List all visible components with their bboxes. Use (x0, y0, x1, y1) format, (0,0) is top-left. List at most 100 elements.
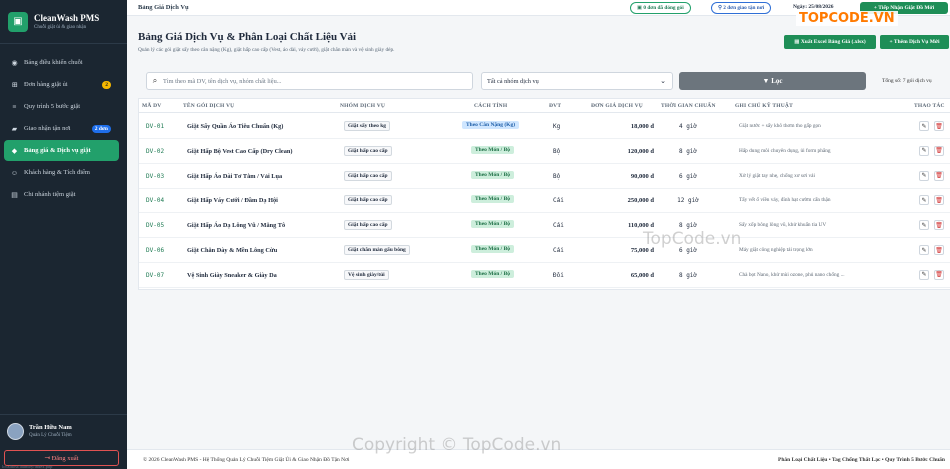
sidebar-item-customers[interactable]: ☺ Khách hàng & Tích điểm (0, 162, 127, 183)
filter-button[interactable]: ▼ Lọc (679, 72, 866, 90)
calc-method-badge: Theo Cân Nặng (Kg) (462, 121, 520, 129)
service-price: 90,000 đ (630, 172, 654, 180)
sidebar-item-branches[interactable]: ▤ Chi nhánh tiệm giặt (0, 184, 127, 205)
col-calc: CÁCH TÍNH (474, 103, 508, 109)
technical-note: Tẩy vết ố viền váy, đính hạt cườm cẩn th… (739, 197, 831, 204)
calc-method-badge: Theo Món / Bộ (471, 245, 514, 253)
service-unit: Bộ (553, 147, 561, 155)
service-code: DV-05 (146, 222, 165, 230)
delivery-pill[interactable]: ⚲ 2 đơn giao tận nơi (711, 2, 772, 14)
service-code: DV-01 (146, 123, 165, 130)
col-code: MÃ DV (142, 103, 162, 109)
sidebar-item-label: Giao nhận tận nơi (24, 125, 71, 132)
search-box[interactable]: ⌕ (146, 72, 473, 90)
col-note: GHI CHÚ KỸ THUẬT (735, 103, 793, 109)
edit-icon[interactable]: ✎ (919, 195, 929, 206)
delete-icon[interactable]: 🗑 (934, 121, 944, 131)
brand-subtitle: Chuỗi giặt ủi & giao nhận (34, 25, 87, 30)
delete-icon[interactable]: 🗑 (934, 170, 944, 181)
sidebar-item-label: Bảng điều khiển chuỗi (24, 59, 83, 66)
main-content: Bảng Giá Dịch Vụ & Phân Loại Chất Liệu V… (127, 16, 950, 469)
edit-icon[interactable]: ✎ (919, 121, 929, 131)
sidebar-item-process[interactable]: ≡ Quy trình 5 bước giặt (0, 96, 127, 117)
orders-badge: 2 (102, 80, 111, 89)
services-table: MÃ DV TÊN GÓI DỊCH VỤ NHÓM DỊCH VỤ CÁCH … (138, 98, 950, 290)
table-row[interactable]: DV-04 Giặt Hấp Váy Cưới / Đầm Dạ Hội Giặt … (139, 188, 950, 214)
sidebar-item-pricing[interactable]: ◆ Bảng giá & Dịch vụ giặt (4, 140, 119, 161)
brand[interactable]: ▣ CleanWash PMS Chuỗi giặt ủi & giao nhậ… (0, 0, 127, 44)
standard-time: 8 giờ (678, 271, 698, 279)
delete-icon[interactable]: 🗑 (934, 195, 944, 206)
packed-orders-pill[interactable]: ▣ 0 đơn đã đóng gói (630, 2, 691, 14)
col-time: THỜI GIAN CHUẨN (661, 103, 716, 109)
footer: © 2026 CleanWash PMS - Hệ Thống Quản Lý … (127, 449, 950, 469)
col-group: NHÓM DỊCH VỤ (340, 103, 386, 109)
technical-note: Giặt nước + sấy khô thơm tho gấp gọn (739, 123, 821, 129)
funnel-icon: ▼ (762, 77, 772, 85)
table-row[interactable]: DV-07 Vệ Sinh Giày Sneaker & Giày Da Vệ si… (139, 263, 950, 288)
service-unit: Cái (553, 197, 564, 205)
service-group-badge: Giặt hấp cao cấp (344, 220, 392, 231)
list-icon: ≡ (12, 102, 17, 111)
service-price: 110,000 đ (627, 222, 654, 230)
sidebar-item-label: Quy trình 5 bước giặt (24, 103, 81, 110)
delete-icon[interactable]: 🗑 (934, 245, 944, 255)
calc-method-badge: Theo Món / Bộ (471, 195, 514, 204)
service-group-badge: Giặt hấp cao cấp (344, 195, 392, 206)
user-profile[interactable]: Trần Hữu Nam Quản Lý Chuỗi Tiệm (0, 414, 127, 447)
table-row[interactable]: DV-06 Giặt Chăn Dày & Mền Lông Cừu Giặt ch… (139, 238, 950, 263)
topcode-logo: TOPCODE.VN (796, 11, 898, 26)
service-name: Giặt Hấp Bộ Vest Cao Cấp (Dry Clean) (187, 147, 293, 155)
search-input[interactable] (163, 77, 463, 85)
edit-icon[interactable]: ✎ (919, 170, 929, 181)
filter-label: Lọc (771, 77, 783, 85)
technical-note: Sấy xốp bông lông vũ, khử khuẩn tia UV (739, 222, 827, 229)
delete-icon[interactable]: 🗑 (934, 145, 944, 156)
delete-icon[interactable]: 🗑 (934, 269, 944, 280)
sidebar-item-label: Chi nhánh tiệm giặt (24, 191, 76, 198)
table-row[interactable]: DV-05 Giặt Hấp Áo Dạ Lông Vũ / Măng Tô Giặ… (139, 213, 950, 239)
filter-bar: ⌕ Tất cả nhóm dịch vụ ⌄ ▼ Lọc Tổng số: 7… (137, 71, 950, 93)
current-date: Ngày: 25/08/2026 (793, 4, 834, 10)
technical-note: Chà bọt Nano, khử mùi ozone, phủ nano ch… (739, 271, 845, 278)
user-role: Quản Lý Chuỗi Tiệm (29, 433, 72, 438)
standard-time: 6 giờ (678, 247, 698, 254)
chevron-down-icon: ⌄ (660, 77, 666, 85)
service-price: 18,000 đ (630, 123, 654, 130)
service-unit: Bộ (553, 172, 561, 180)
standard-time: 8 giờ (678, 147, 698, 155)
sidebar-item-delivery[interactable]: ▰ Giao nhận tận nơi 2 đơn (0, 118, 127, 139)
logout-icon: ⇥ (44, 455, 52, 462)
table-row[interactable]: DV-01 Giặt Sấy Quần Áo Tiêu Chuẩn (Kg) Giặ… (139, 114, 950, 139)
delete-icon[interactable]: 🗑 (934, 220, 944, 231)
service-group-select[interactable]: Tất cả nhóm dịch vụ ⌄ (481, 72, 673, 90)
edit-icon[interactable]: ✎ (919, 269, 929, 280)
page-title: Bảng Giá Dịch Vụ & Phân Loại Chất Liệu V… (138, 31, 357, 43)
table-row[interactable]: DV-03 Giặt Hấp Áo Dài Tơ Tằm / Vải Lụa Giặ… (139, 164, 950, 189)
page-subtitle: Quản lý các gói giặt sấy theo cân nặng (… (138, 47, 395, 53)
col-name: TÊN GÓI DỊCH VỤ (183, 103, 235, 109)
edit-icon[interactable]: ✎ (919, 145, 929, 156)
table-row[interactable]: DV-02 Giặt Hấp Bộ Vest Cao Cấp (Dry Clean… (139, 139, 950, 164)
search-icon: ⌕ (152, 76, 158, 85)
sidebar-item-orders[interactable]: ⊞ Đơn hàng giặt ủi 2 (0, 74, 127, 95)
sidebar-item-label: Bảng giá & Dịch vụ giặt (24, 147, 91, 154)
service-name: Giặt Hấp Áo Dài Tơ Tằm / Vải Lụa (187, 172, 283, 180)
logout-label: Đăng xuất (51, 454, 79, 462)
edit-icon[interactable]: ✎ (919, 220, 929, 231)
calc-method-badge: Theo Món / Bộ (471, 170, 514, 179)
service-group-badge: Giặt hấp cao cấp (344, 170, 392, 181)
tag-icon: ◆ (11, 147, 18, 155)
export-excel-button[interactable]: ▦ Xuất Excel Bảng Giá (.xlsx) (784, 35, 876, 49)
sidebar-item-label: Khách hàng & Tích điểm (24, 169, 90, 176)
service-code: DV-06 (146, 247, 165, 254)
total-count: Tổng số: 7 gói dịch vụ (882, 78, 932, 84)
footer-links: Phân Loại Chất Liệu • Tag Chống Thất Lạc… (778, 457, 945, 463)
edit-icon[interactable]: ✎ (919, 245, 929, 255)
col-unit: ĐVT (549, 103, 562, 109)
add-service-button[interactable]: + Thêm Dịch Vụ Mới (880, 35, 949, 49)
user-name: Trần Hữu Nam (29, 424, 72, 431)
delivery-badge: 2 đơn (91, 124, 111, 133)
sidebar-item-dashboard[interactable]: ◉ Bảng điều khiển chuỗi (0, 52, 127, 73)
washing-machine-icon: ▣ (8, 11, 28, 32)
